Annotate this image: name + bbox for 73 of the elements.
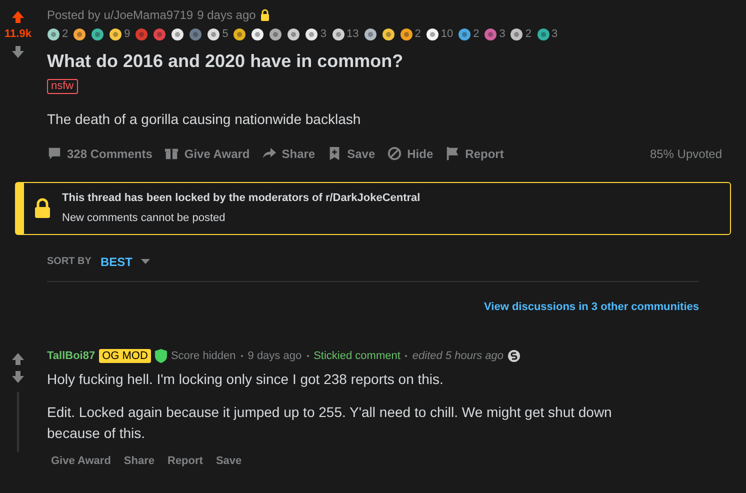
sort-label: SORT BY <box>47 255 92 269</box>
notice-subtitle: New comments cannot be posted <box>62 211 226 226</box>
award-count: 3 <box>552 27 558 42</box>
award-icon[interactable] <box>332 28 344 41</box>
award-icon[interactable] <box>269 28 282 41</box>
comment-action-button[interactable]: Save <box>216 452 242 469</box>
award-icon[interactable] <box>287 28 300 41</box>
gift-icon <box>164 146 180 161</box>
share-icon <box>262 146 277 161</box>
award-icon[interactable] <box>364 28 377 41</box>
sort-dropdown[interactable]: BEST <box>100 252 150 270</box>
award-count: 2 <box>414 27 421 42</box>
award-icon[interactable] <box>426 28 439 41</box>
award-icon[interactable] <box>207 28 220 41</box>
award-icon[interactable] <box>251 28 264 41</box>
hide-icon <box>387 146 402 161</box>
award-count: 9 <box>124 27 130 42</box>
upvote-ratio: 85% Upvoted <box>650 146 722 162</box>
award-icon[interactable] <box>47 28 60 41</box>
caret-icon <box>141 259 150 264</box>
award-icon[interactable] <box>510 28 524 41</box>
award-icon[interactable] <box>171 28 184 41</box>
award-icon[interactable] <box>73 28 86 41</box>
comment-action-button[interactable]: Give Award <box>51 452 111 469</box>
comment-text: Holy fucking hell. I'm locking only since I got 238 reports on this. <box>47 370 444 389</box>
award-icon[interactable] <box>109 28 122 41</box>
downvote-icon[interactable] <box>11 370 25 384</box>
award-icon[interactable] <box>400 28 413 41</box>
report-button[interactable]: Report <box>445 144 504 162</box>
comment-author[interactable]: TallBoi87 <box>47 348 96 364</box>
award-icon[interactable] <box>382 28 395 41</box>
upvote-icon[interactable] <box>11 352 25 366</box>
save-button[interactable]: Save <box>327 144 376 162</box>
post-body: The death of a gorilla causing nationwide backlash <box>47 110 362 129</box>
award-icon[interactable] <box>458 28 472 41</box>
award-count: 2 <box>525 27 532 42</box>
award-count: 5 <box>222 27 228 42</box>
flag-icon <box>445 146 460 161</box>
vote-score: 11.9k <box>4 27 32 42</box>
award-icon[interactable] <box>305 28 318 41</box>
comment-action-button[interactable]: Share <box>124 452 154 469</box>
hide-button[interactable]: Hide <box>387 144 434 162</box>
comments-button[interactable]: 328 Comments <box>47 144 152 162</box>
award-icon <box>508 350 520 362</box>
comment-icon <box>47 146 62 161</box>
other-discussions-link[interactable]: View discussions in 3 other communities <box>484 298 699 315</box>
downvote-icon[interactable] <box>11 44 25 58</box>
award-count: 13 <box>346 27 359 42</box>
award-count: 3 <box>320 27 326 42</box>
award-count: 2 <box>62 27 68 42</box>
share-button[interactable]: Share <box>262 144 316 162</box>
award-button[interactable]: Give Award <box>164 144 250 162</box>
stickied-label: Stickied comment <box>314 349 400 364</box>
award-count: 2 <box>473 27 480 42</box>
lock-icon <box>34 198 51 218</box>
user-flair: OG MOD <box>99 349 151 364</box>
award-count: 3 <box>499 27 506 42</box>
award-icon[interactable] <box>233 28 246 41</box>
post-title[interactable]: What do 2016 and 2020 have in common? <box>47 48 722 72</box>
comment-score: Score hidden <box>170 349 236 364</box>
comment-action-button[interactable]: Report <box>168 452 203 469</box>
award-icon[interactable] <box>91 28 104 41</box>
notice-title: This thread has been locked by the moderators of r/DarkJokeCentral <box>62 190 420 206</box>
award-count: 10 <box>440 27 454 42</box>
nsfw-tag: nsfw <box>47 78 78 94</box>
upvote-icon[interactable] <box>11 10 25 24</box>
post-age: 9 days ago <box>197 7 256 24</box>
award-icon[interactable] <box>536 28 550 41</box>
shield-icon <box>154 349 167 364</box>
comment-text: Edit. Locked again because it jumped up to 255. Y'all need to chill. We might get shut down because of this. <box>47 402 613 442</box>
edited-label: edited 5 hours ago <box>412 349 504 364</box>
comment-age: 9 days ago <box>248 349 302 364</box>
post-author[interactable]: Posted by u/JoeMama9719 <box>47 6 194 24</box>
